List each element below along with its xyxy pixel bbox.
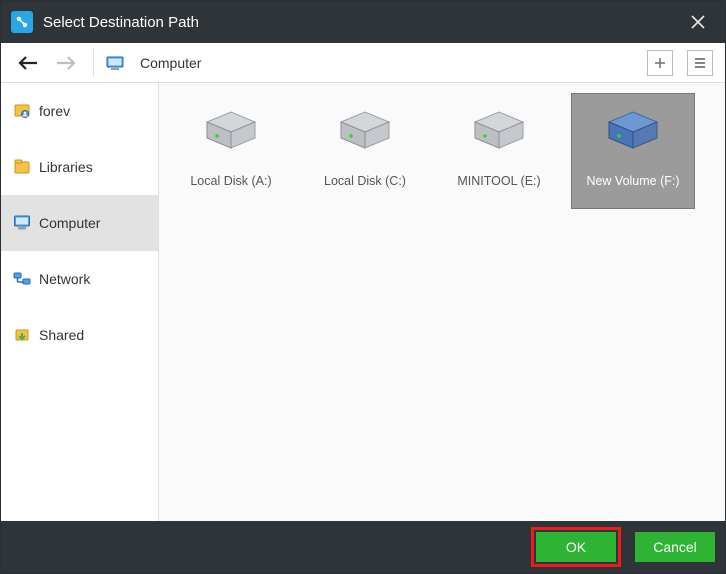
titlebar: Select Destination Path: [1, 1, 725, 43]
drive-label: Local Disk (C:): [324, 174, 406, 189]
user-folder-icon: [13, 102, 31, 120]
view-list-button[interactable]: [687, 50, 713, 76]
sidebar-item-libraries[interactable]: Libraries: [1, 139, 158, 195]
dialog-title: Select Destination Path: [43, 14, 681, 31]
drive-icon: [203, 110, 259, 150]
drive-label: MINITOOL (E:): [457, 174, 540, 189]
drive-label: Local Disk (A:): [190, 174, 271, 189]
app-icon: [11, 11, 33, 33]
network-icon: [13, 270, 31, 288]
sidebar-item-label: Computer: [39, 215, 100, 231]
ok-highlight: OK: [531, 527, 621, 567]
footer: OK Cancel: [1, 521, 725, 573]
sidebar: forev Libraries Computer Network Shared: [1, 83, 159, 521]
forward-button[interactable]: [51, 48, 81, 78]
drive-item[interactable]: Local Disk (C:): [303, 93, 427, 209]
drive-label: New Volume (F:): [586, 174, 679, 189]
sidebar-item-label: Network: [39, 271, 90, 287]
drive-icon: [605, 110, 661, 150]
sidebar-item-label: Libraries: [39, 159, 93, 175]
back-button[interactable]: [13, 48, 43, 78]
sidebar-item-label: forev: [39, 103, 70, 119]
computer-icon: [106, 56, 124, 70]
cancel-button[interactable]: Cancel: [635, 532, 715, 562]
toolbar-separator: [93, 49, 94, 77]
sidebar-item-label: Shared: [39, 327, 84, 343]
drive-icon: [471, 110, 527, 150]
ok-button[interactable]: OK: [536, 532, 616, 562]
computer-icon: [13, 214, 31, 232]
drive-item[interactable]: Local Disk (A:): [169, 93, 293, 209]
sidebar-item-network[interactable]: Network: [1, 251, 158, 307]
drive-item[interactable]: New Volume (F:): [571, 93, 695, 209]
close-button[interactable]: [681, 5, 715, 39]
folder-icon: [13, 158, 31, 176]
dialog-window: Select Destination Path Computer forev Li…: [0, 0, 726, 574]
drive-item[interactable]: MINITOOL (E:): [437, 93, 561, 209]
shared-icon: [13, 326, 31, 344]
toolbar: Computer: [1, 43, 725, 83]
drive-icon: [337, 110, 393, 150]
sidebar-item-computer[interactable]: Computer: [1, 195, 158, 251]
breadcrumb-path[interactable]: Computer: [140, 55, 633, 71]
dialog-body: forev Libraries Computer Network Shared Loca…: [1, 83, 725, 521]
drive-grid: Local Disk (A:) Local Disk (C:) MINITOOL…: [159, 83, 725, 521]
sidebar-item-forev[interactable]: forev: [1, 83, 158, 139]
sidebar-item-shared[interactable]: Shared: [1, 307, 158, 363]
new-folder-button[interactable]: [647, 50, 673, 76]
